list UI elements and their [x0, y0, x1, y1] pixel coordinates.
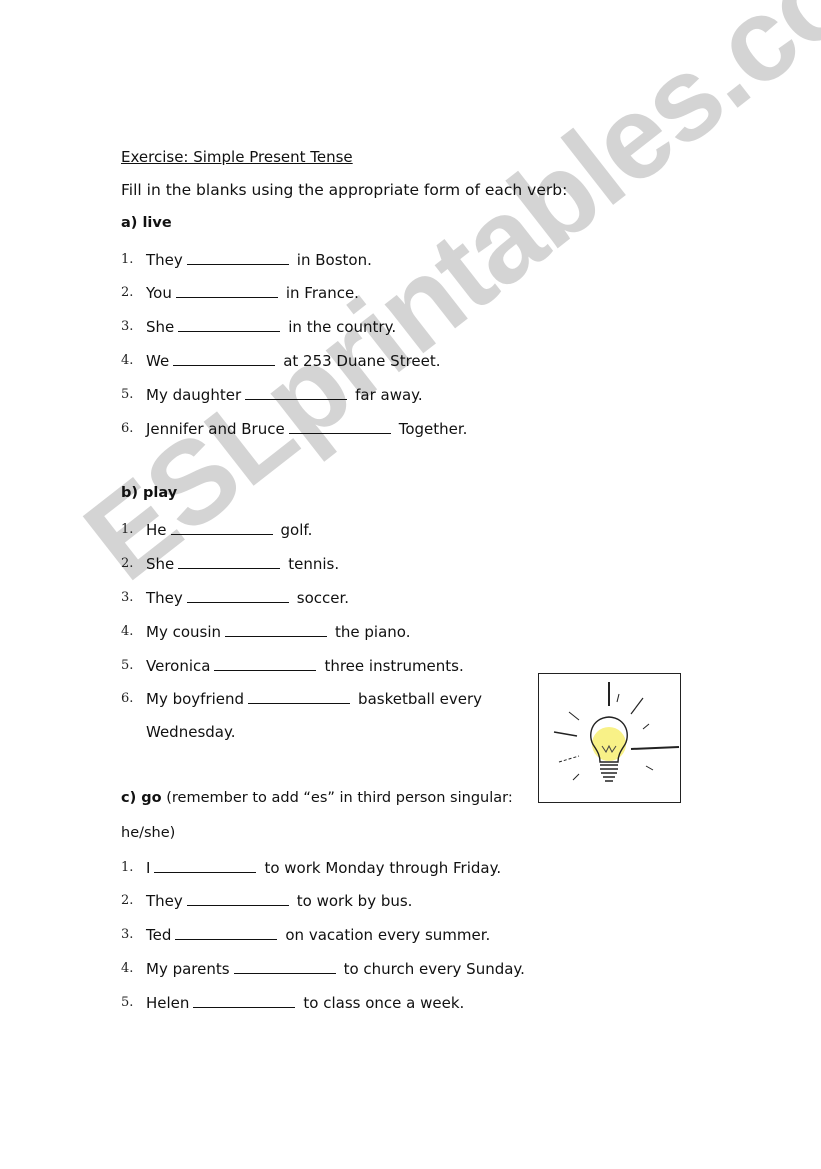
item-subject: My daughter [146, 386, 242, 404]
answer-blank[interactable] [186, 250, 289, 265]
section-note-continuation: he/she) [121, 825, 176, 841]
answer-blank[interactable] [178, 554, 281, 569]
answer-blank[interactable] [175, 925, 278, 940]
item-rest: to work by bus. [296, 892, 413, 910]
item-subject: We [146, 352, 170, 370]
item-number: 2. [121, 556, 134, 571]
item-number: 4. [121, 961, 134, 976]
item-rest: basketball every [358, 690, 483, 708]
item-subject: They [146, 589, 183, 607]
item-rest: at 253 Duane Street. [283, 352, 441, 370]
worksheet-title: Exercise: Simple Present Tense [121, 148, 353, 166]
answer-blank[interactable] [288, 419, 391, 434]
item-rest: in Boston. [296, 251, 372, 269]
item-subject: Ted [146, 926, 172, 944]
item-subject: My boyfriend [146, 690, 245, 708]
item-rest: to work Monday through Friday. [264, 859, 502, 877]
item-rest: on vacation every summer. [285, 926, 491, 944]
answer-blank[interactable] [233, 959, 336, 974]
instructions: Fill in the blanks using the appropriate… [121, 181, 568, 199]
item-rest: soccer. [296, 589, 350, 607]
item-number: 6. [121, 691, 134, 706]
item-number: 1. [121, 252, 134, 267]
item-rest: golf. [280, 521, 313, 539]
answer-blank[interactable] [186, 588, 289, 603]
answer-blank[interactable] [173, 351, 276, 366]
item-rest: the piano. [335, 623, 411, 641]
item-subject: My parents [146, 960, 230, 978]
item-subject: Jennifer and Bruce [146, 420, 285, 438]
item-number: 3. [121, 927, 134, 942]
answer-blank[interactable] [175, 283, 278, 298]
item-rest: to church every Sunday. [343, 960, 525, 978]
item-subject: They [146, 892, 183, 910]
section-label: a) live [121, 215, 172, 231]
item-subject: They [146, 251, 183, 269]
item-number: 2. [121, 285, 134, 300]
item-number: 1. [121, 860, 134, 875]
answer-blank[interactable] [225, 622, 328, 637]
lightbulb-picture [538, 673, 681, 803]
item-number: 2. [121, 893, 134, 908]
item-continuation: Wednesday. [146, 723, 236, 741]
section-note: (remember to add “es” in third person si… [161, 790, 513, 806]
item-subject: Veronica [146, 657, 211, 675]
item-subject: He [146, 521, 167, 539]
item-number: 3. [121, 319, 134, 334]
answer-blank[interactable] [186, 891, 289, 906]
item-number: 5. [121, 658, 134, 673]
item-rest: in the country. [288, 318, 397, 336]
item-rest: Together. [398, 420, 468, 438]
item-rest: far away. [355, 386, 423, 404]
section-label: c) go [121, 790, 162, 806]
item-subject: I [146, 859, 151, 877]
item-number: 5. [121, 995, 134, 1010]
answer-blank[interactable] [154, 858, 257, 873]
item-number: 4. [121, 624, 134, 639]
item-subject: Helen [146, 994, 190, 1012]
item-subject: She [146, 555, 175, 573]
section-c-heading: c) go (remember to add “es” in third per… [121, 790, 513, 806]
item-number: 5. [121, 387, 134, 402]
answer-blank[interactable] [170, 520, 273, 535]
answer-blank[interactable] [245, 385, 348, 400]
answer-blank[interactable] [178, 317, 281, 332]
item-rest: three instruments. [324, 657, 464, 675]
item-rest: to class once a week. [303, 994, 465, 1012]
watermark: ESLprintables.com [61, 0, 821, 606]
item-number: 6. [121, 421, 134, 436]
section-label: b) play [121, 485, 178, 501]
item-rest: in France. [285, 284, 359, 302]
item-subject: She [146, 318, 175, 336]
lightbulb-icon [553, 682, 680, 782]
item-subject: My cousin [146, 623, 222, 641]
item-number: 4. [121, 353, 134, 368]
section-a-heading: a) live [121, 215, 172, 231]
answer-blank[interactable] [193, 993, 296, 1008]
item-number: 3. [121, 590, 134, 605]
item-rest: tennis. [288, 555, 340, 573]
worksheet-page: ESLprintables.com Exercise: Simple Prese… [0, 0, 821, 1169]
answer-blank[interactable] [248, 689, 351, 704]
answer-blank[interactable] [214, 656, 317, 671]
item-number: 1. [121, 522, 134, 537]
item-subject: You [146, 284, 172, 302]
section-b-heading: b) play [121, 485, 177, 501]
